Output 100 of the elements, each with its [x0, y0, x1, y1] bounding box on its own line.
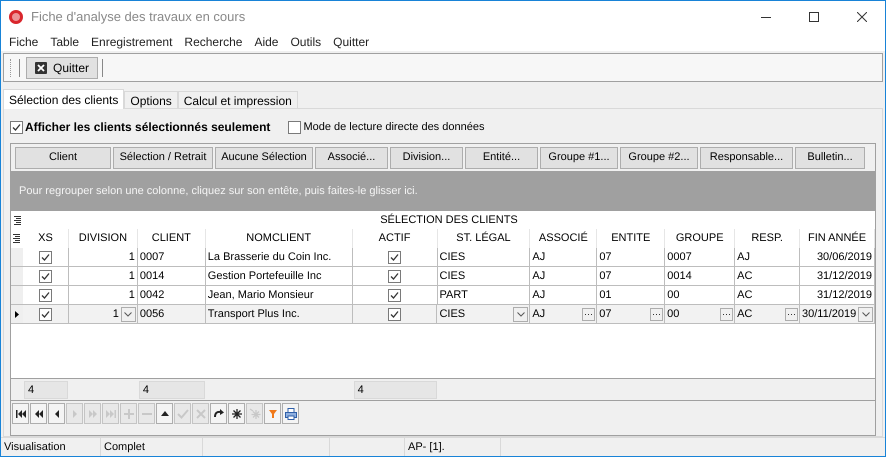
cell-checkbox[interactable] — [38, 250, 52, 264]
grid-row[interactable]: 1 0056 Transport Plus Inc. CIES AJ 07 00 AC 30/11/2019 — [11, 305, 875, 324]
grid-row[interactable]: 1 0007 La Brasserie du Coin Inc. CIES AJ 07 0007 AJ 30/06/2019 — [11, 248, 875, 267]
column-chooser-icon[interactable] — [13, 234, 20, 243]
menu-item[interactable]: Table — [44, 32, 86, 50]
navigator-button[interactable] — [48, 403, 65, 424]
window-title: Fiche d'analyse des travaux en cours — [31, 8, 246, 26]
table-cell-text: 1 — [128, 250, 136, 265]
table-cell-text: AJ — [532, 288, 546, 303]
grid-row[interactable]: 1 0014 Gestion Portefeuille Inc CIES AJ 07 0014 AC 31/12/2019 — [11, 267, 875, 286]
filter-button[interactable]: Division... — [390, 146, 463, 168]
menu-item[interactable]: Quitter — [327, 32, 376, 50]
navigator-button[interactable] — [210, 403, 227, 424]
tab[interactable]: Options — [124, 91, 178, 108]
insert-icon — [122, 408, 134, 420]
status-text: Complet — [104, 440, 145, 455]
table-cell-text: 1 — [128, 288, 136, 303]
cancel-icon — [194, 408, 206, 420]
menu-item[interactable]: Aide — [248, 32, 284, 50]
table-cell-text: 07 — [599, 268, 613, 284]
cell-checkbox[interactable] — [388, 308, 401, 320]
table-cell-text: Transport Plus Inc. — [208, 306, 301, 322]
filter-button[interactable]: Aucune Sélection — [215, 146, 313, 168]
navigator-button[interactable] — [228, 403, 245, 424]
filter-button[interactable]: Bulletin... — [795, 146, 865, 168]
bookmark-icon — [230, 408, 242, 420]
menu-item[interactable]: Outils — [284, 32, 328, 50]
tab[interactable]: Sélection des clients — [3, 89, 124, 109]
last-icon — [104, 408, 116, 420]
cell-checkbox[interactable] — [388, 288, 402, 302]
navigator-button[interactable] — [12, 403, 29, 424]
dropdown-button[interactable] — [858, 306, 874, 322]
filter-button[interactable]: Responsable... — [700, 146, 793, 168]
prev-page-icon — [32, 408, 44, 420]
table-cell-text: PART — [440, 288, 469, 303]
filter-button[interactable]: Entité... — [465, 146, 538, 168]
table-cell-text: 30/06/2019 — [816, 250, 873, 265]
summary-cell: 4 — [138, 380, 205, 398]
dropdown-button[interactable] — [120, 306, 136, 322]
column-chooser-icon[interactable] — [14, 216, 20, 224]
status-text: Visualisation — [4, 440, 66, 455]
table-cell-text: AC — [737, 306, 754, 322]
table-cell-text: 0042 — [140, 288, 166, 303]
maximize-icon[interactable] — [809, 12, 819, 22]
table-cell-text: CIES — [440, 268, 466, 284]
filter-icon — [266, 408, 278, 420]
table-cell-text: 1 — [112, 306, 120, 322]
quit-button[interactable]: Quitter — [26, 56, 98, 78]
cell-checkbox[interactable] — [38, 270, 52, 282]
filter-button[interactable]: Sélection / Retrait — [113, 146, 213, 168]
table-cell-text: AJ — [532, 306, 546, 322]
table-cell-text: 30/11/2019 — [802, 306, 858, 322]
table-cell-text: 07 — [599, 306, 612, 322]
navigator-button[interactable] — [282, 403, 299, 424]
summary-cell: 4 — [24, 380, 68, 398]
table-cell-text: 0007 — [667, 250, 693, 265]
cell-checkbox[interactable] — [38, 308, 52, 320]
table-cell-text: 0056 — [140, 306, 166, 322]
navigator-button[interactable] — [156, 403, 173, 424]
table-cell-text: AJ — [532, 268, 546, 284]
table-cell-text: 07 — [599, 250, 613, 265]
print-icon — [284, 408, 296, 420]
checkbox-label: Mode de lecture directe des données — [303, 120, 484, 135]
group-hint: Pour regrouper selon une colonne, cliquez sur son entête, puis faites-le glisser ici. — [19, 184, 418, 199]
chevron-down-icon — [124, 312, 132, 316]
table-cell-text: 01 — [599, 288, 613, 303]
table-cell-text: AJ — [737, 250, 751, 265]
close-icon[interactable] — [857, 12, 867, 22]
menu-item[interactable]: Recherche — [178, 32, 248, 50]
status-text: AP- [1]. — [408, 440, 445, 455]
table-cell-text: AJ — [532, 250, 546, 265]
filter-button[interactable]: Groupe #2... — [620, 146, 698, 168]
grid-title: SÉLECTION DES CLIENTS — [379, 212, 519, 228]
cell-checkbox[interactable] — [38, 288, 52, 302]
navigator-button[interactable] — [30, 403, 47, 424]
menu-item[interactable]: Enregistrement — [85, 32, 178, 50]
table-cell-text: 00 — [667, 306, 680, 322]
filter-button[interactable]: Client — [15, 146, 111, 168]
table-cell-text: La Brasserie du Coin Inc. — [208, 250, 332, 265]
current-row-icon — [14, 310, 19, 318]
table-cell-text: CIES — [440, 250, 466, 265]
option-checkbox[interactable]: Mode de lecture directe des données — [288, 118, 484, 136]
checkbox[interactable] — [288, 120, 302, 134]
filter-button[interactable]: Associé... — [315, 146, 388, 168]
goto-bookmark-icon — [248, 408, 260, 420]
refresh-icon — [212, 408, 224, 420]
grid-row[interactable]: 1 0042 Jean, Mario Monsieur PART AJ 01 00 AC 31/12/2019 — [11, 286, 875, 305]
close-icon — [35, 62, 47, 74]
tab[interactable]: Calcul et impression — [178, 91, 298, 108]
table-cell-text: 31/12/2019 — [816, 288, 873, 303]
table-cell-text: Jean, Mario Monsieur — [208, 288, 315, 303]
menu-item[interactable]: Fiche — [3, 32, 44, 50]
cell-checkbox[interactable] — [388, 250, 402, 264]
table-cell-text: Gestion Portefeuille Inc — [208, 268, 323, 284]
summary-cell: 4 — [354, 380, 437, 398]
dropdown-button[interactable] — [513, 306, 528, 322]
table-cell-text: AC — [737, 288, 754, 303]
cell-checkbox[interactable] — [388, 270, 402, 282]
filter-button[interactable]: Groupe #1... — [540, 146, 618, 168]
checkbox[interactable] — [10, 120, 23, 134]
